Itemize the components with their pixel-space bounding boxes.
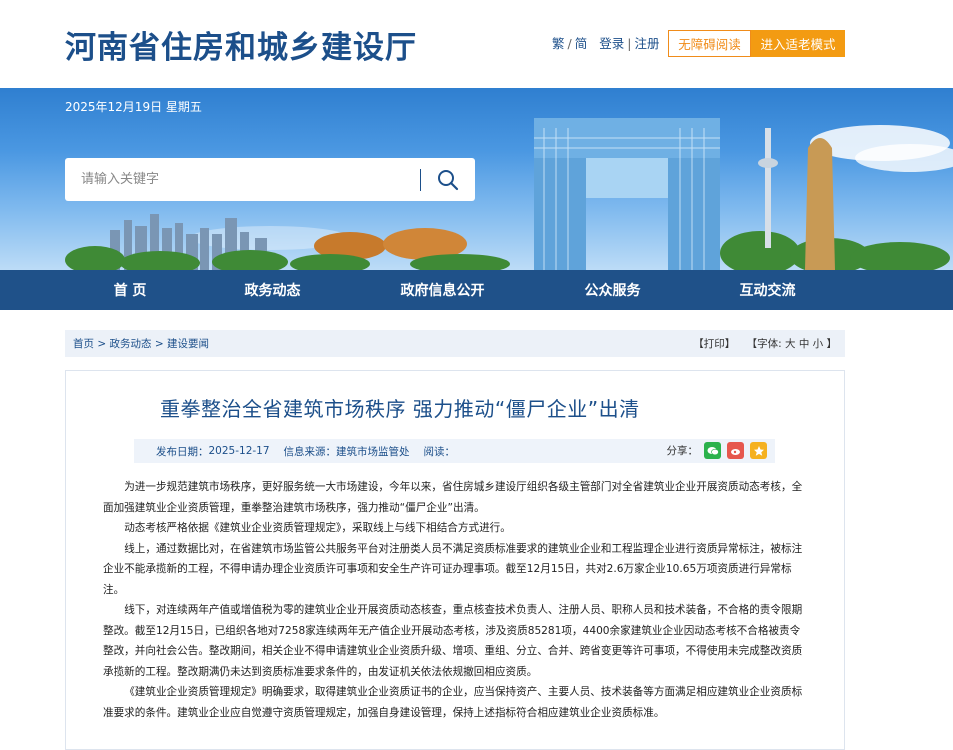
- elder-mode-button[interactable]: 进入适老模式: [751, 30, 845, 57]
- font-large-button[interactable]: 大: [785, 338, 796, 350]
- weibo-share-icon[interactable]: [727, 442, 744, 459]
- traditional-chinese-link[interactable]: 繁: [552, 36, 565, 51]
- breadcrumb-current[interactable]: 建设要闻: [167, 338, 209, 350]
- article-body: 为进一步规范建筑市场秩序，更好服务统一大市场建设，今年以来，省住房城乡建设厅组织…: [103, 477, 808, 723]
- wechat-share-icon[interactable]: [704, 442, 721, 459]
- nav-interaction[interactable]: 互动交流: [690, 270, 845, 310]
- search-icon: [437, 169, 458, 190]
- nav-home[interactable]: 首 页: [65, 270, 195, 310]
- search-input[interactable]: [65, 159, 420, 200]
- banner: 2025年12月19日 星期五: [0, 88, 953, 270]
- views-label: 阅读：: [423, 445, 456, 458]
- article-paragraph: 动态考核严格依据《建筑业企业资质管理规定》，采取线上与线下相结合方式进行。: [124, 522, 511, 534]
- breadcrumb-sep: >: [97, 338, 107, 350]
- article-paragraph: 线上，通过数据比对，在省建筑市场监管公共服务平台对注册类人员不满足资质标准要求的…: [103, 542, 803, 596]
- font-size-end: 】: [826, 338, 838, 350]
- site-header: 河南省住房和城乡建设厅 繁 / 简 登录 | 注册 无障碍阅读 进入适老模式: [0, 0, 953, 88]
- site-title[interactable]: 河南省住房和城乡建设厅: [65, 22, 417, 67]
- article-meta: 发布日期： 2025-12-17 信息来源： 建筑市场监管处 阅读： 分享：: [134, 439, 775, 463]
- breadcrumb-news[interactable]: 政务动态: [110, 338, 152, 350]
- font-medium-button[interactable]: 中: [799, 338, 810, 350]
- publish-date-label: 发布日期：: [156, 445, 209, 458]
- main-nav: 首 页 政务动态 政府信息公开 公众服务 互动交流: [0, 270, 953, 310]
- nav-information-disclosure[interactable]: 政府信息公开: [350, 270, 535, 310]
- breadcrumb: 首页 > 政务动态 > 建设要闻 【打印】 【字体: 大 中 小 】: [65, 330, 845, 357]
- article-title: 重拳整治全省建筑市场秩序 强力推动“僵尸企业”出清: [160, 397, 640, 421]
- share-label: 分享：: [666, 445, 699, 457]
- register-link[interactable]: 注册: [634, 36, 659, 51]
- login-link[interactable]: 登录: [599, 36, 624, 51]
- breadcrumb-sep: >: [154, 338, 164, 350]
- article-paragraph: 为进一步规范建筑市场秩序，更好服务统一大市场建设，今年以来，省住房城乡建设厅组织…: [103, 481, 803, 514]
- font-size-label: 【字体:: [746, 338, 782, 350]
- article-paragraph: 《建筑业企业资质管理规定》明确要求，取得建筑业企业资质证书的企业，应当保持资产、…: [103, 686, 803, 719]
- publish-date: 2025-12-17: [208, 445, 270, 457]
- share-bar: 分享：: [666, 442, 767, 459]
- search-box: [65, 158, 475, 201]
- nav-public-services[interactable]: 公众服务: [535, 270, 690, 310]
- source-label: 信息来源：: [283, 445, 337, 458]
- breadcrumb-home[interactable]: 首页: [73, 338, 94, 350]
- accessible-reading-button[interactable]: 无障碍阅读: [668, 30, 751, 57]
- search-button[interactable]: [421, 158, 474, 201]
- page-tools: 【打印】 【字体: 大 中 小 】: [693, 336, 837, 351]
- current-date: 2025年12月19日 星期五: [65, 100, 202, 114]
- article-paragraph: 线下，对连续两年产值或增值税为零的建筑业企业开展资质动态核查，重点核查技术负责人…: [103, 604, 803, 678]
- breadcrumb-path: 首页 > 政务动态 > 建设要闻: [73, 336, 209, 351]
- nav-government-news[interactable]: 政务动态: [195, 270, 350, 310]
- source: 建筑市场监管处: [336, 445, 410, 458]
- qzone-share-icon[interactable]: [750, 442, 767, 459]
- top-links: 繁 / 简 登录 | 注册: [552, 36, 660, 51]
- article-panel: 重拳整治全省建筑市场秩序 强力推动“僵尸企业”出清 发布日期： 2025-12-…: [65, 370, 845, 750]
- print-button[interactable]: 【打印】: [693, 338, 735, 350]
- simplified-chinese-link[interactable]: 简: [575, 36, 588, 51]
- font-small-button[interactable]: 小: [813, 338, 824, 350]
